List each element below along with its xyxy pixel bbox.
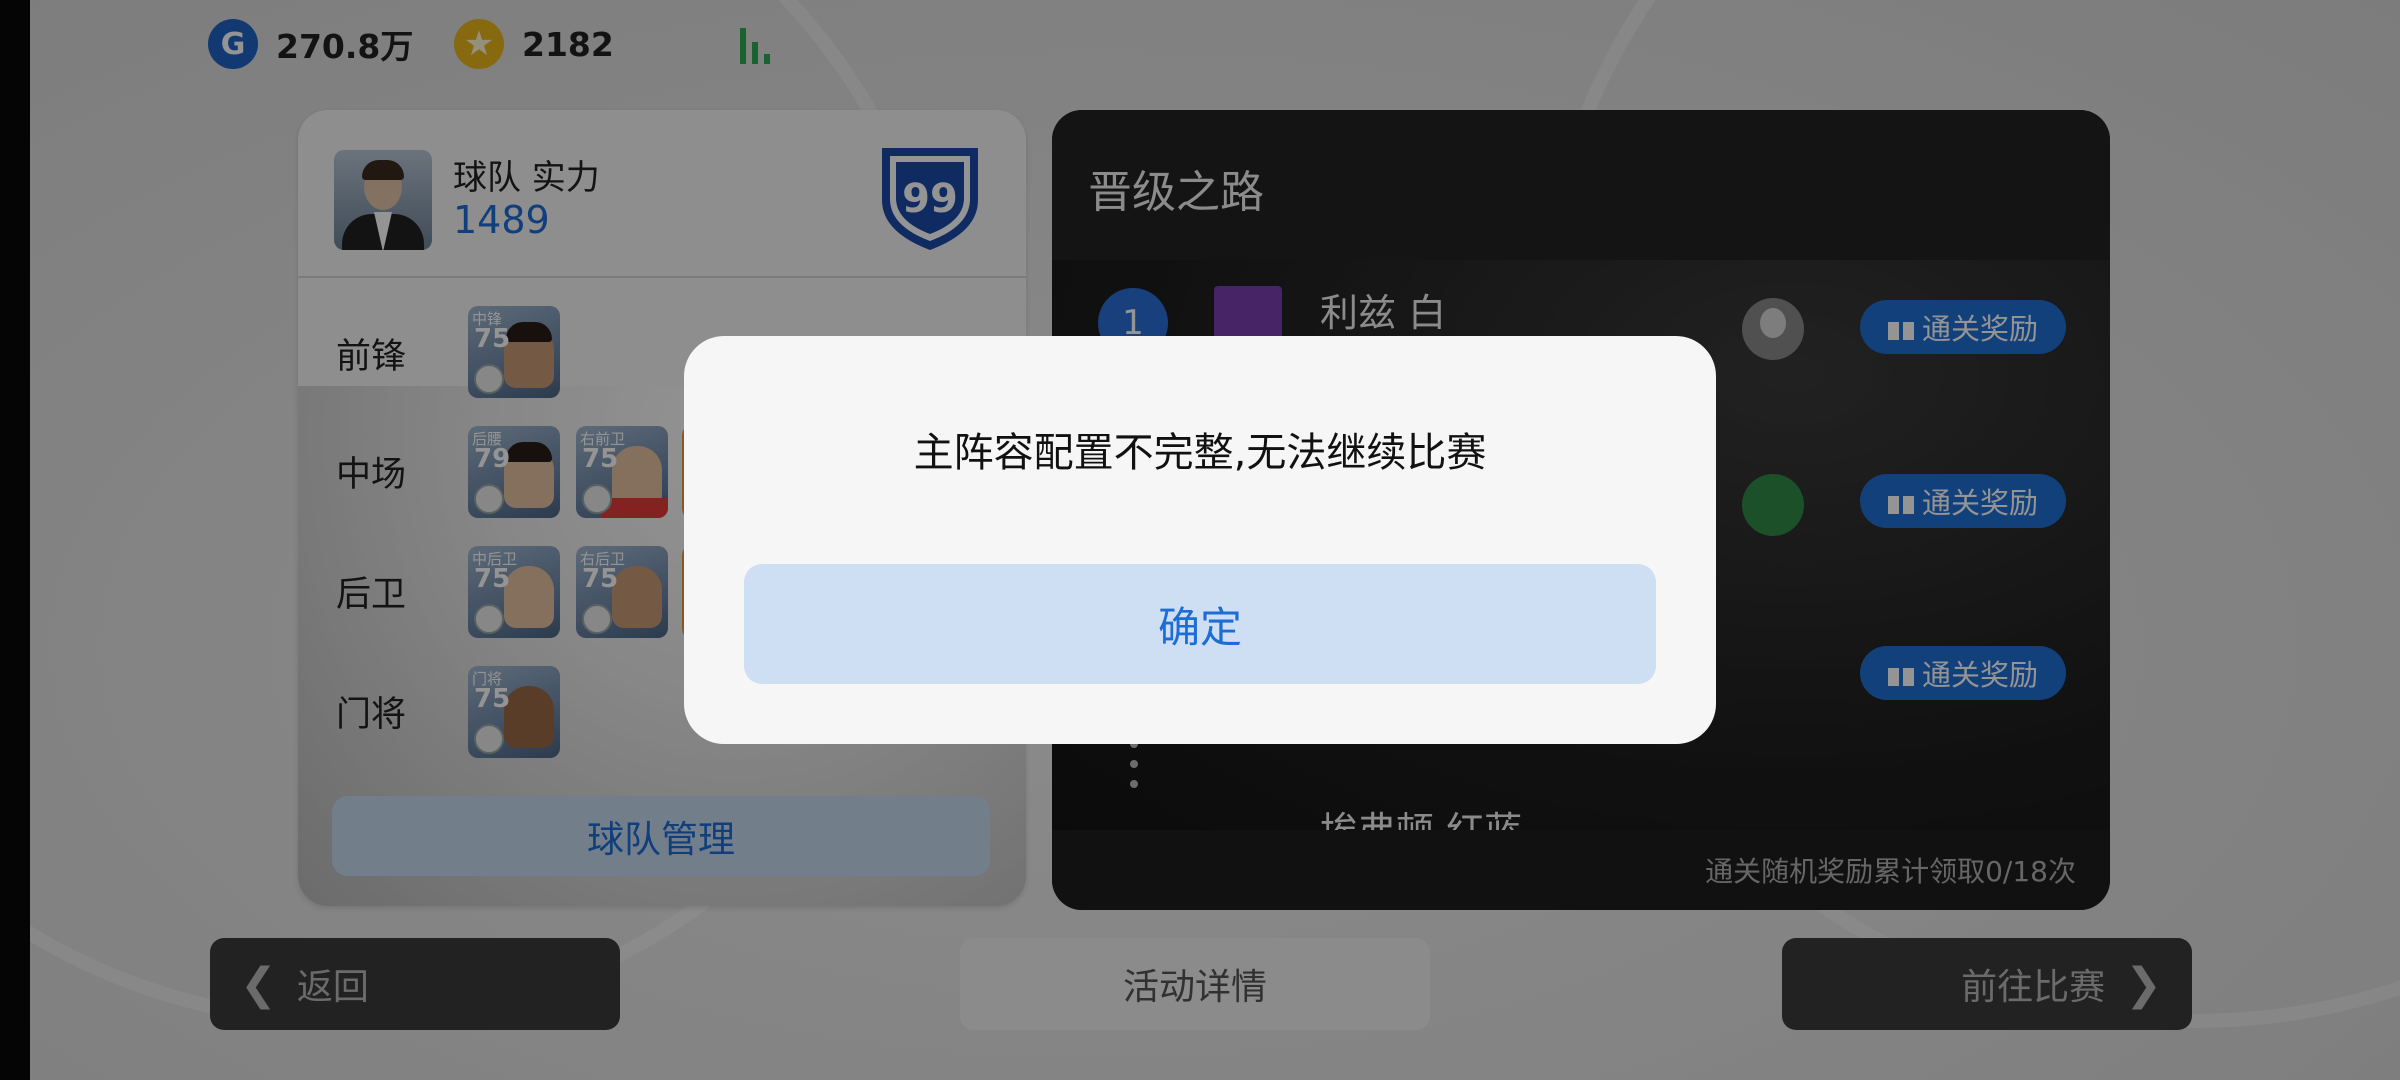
alert-dialog: 主阵容配置不完整,无法继续比赛 确定 — [684, 336, 1716, 744]
dialog-message: 主阵容配置不完整,无法继续比赛 — [913, 430, 1487, 476]
confirm-button[interactable]: 确定 — [744, 564, 1656, 684]
